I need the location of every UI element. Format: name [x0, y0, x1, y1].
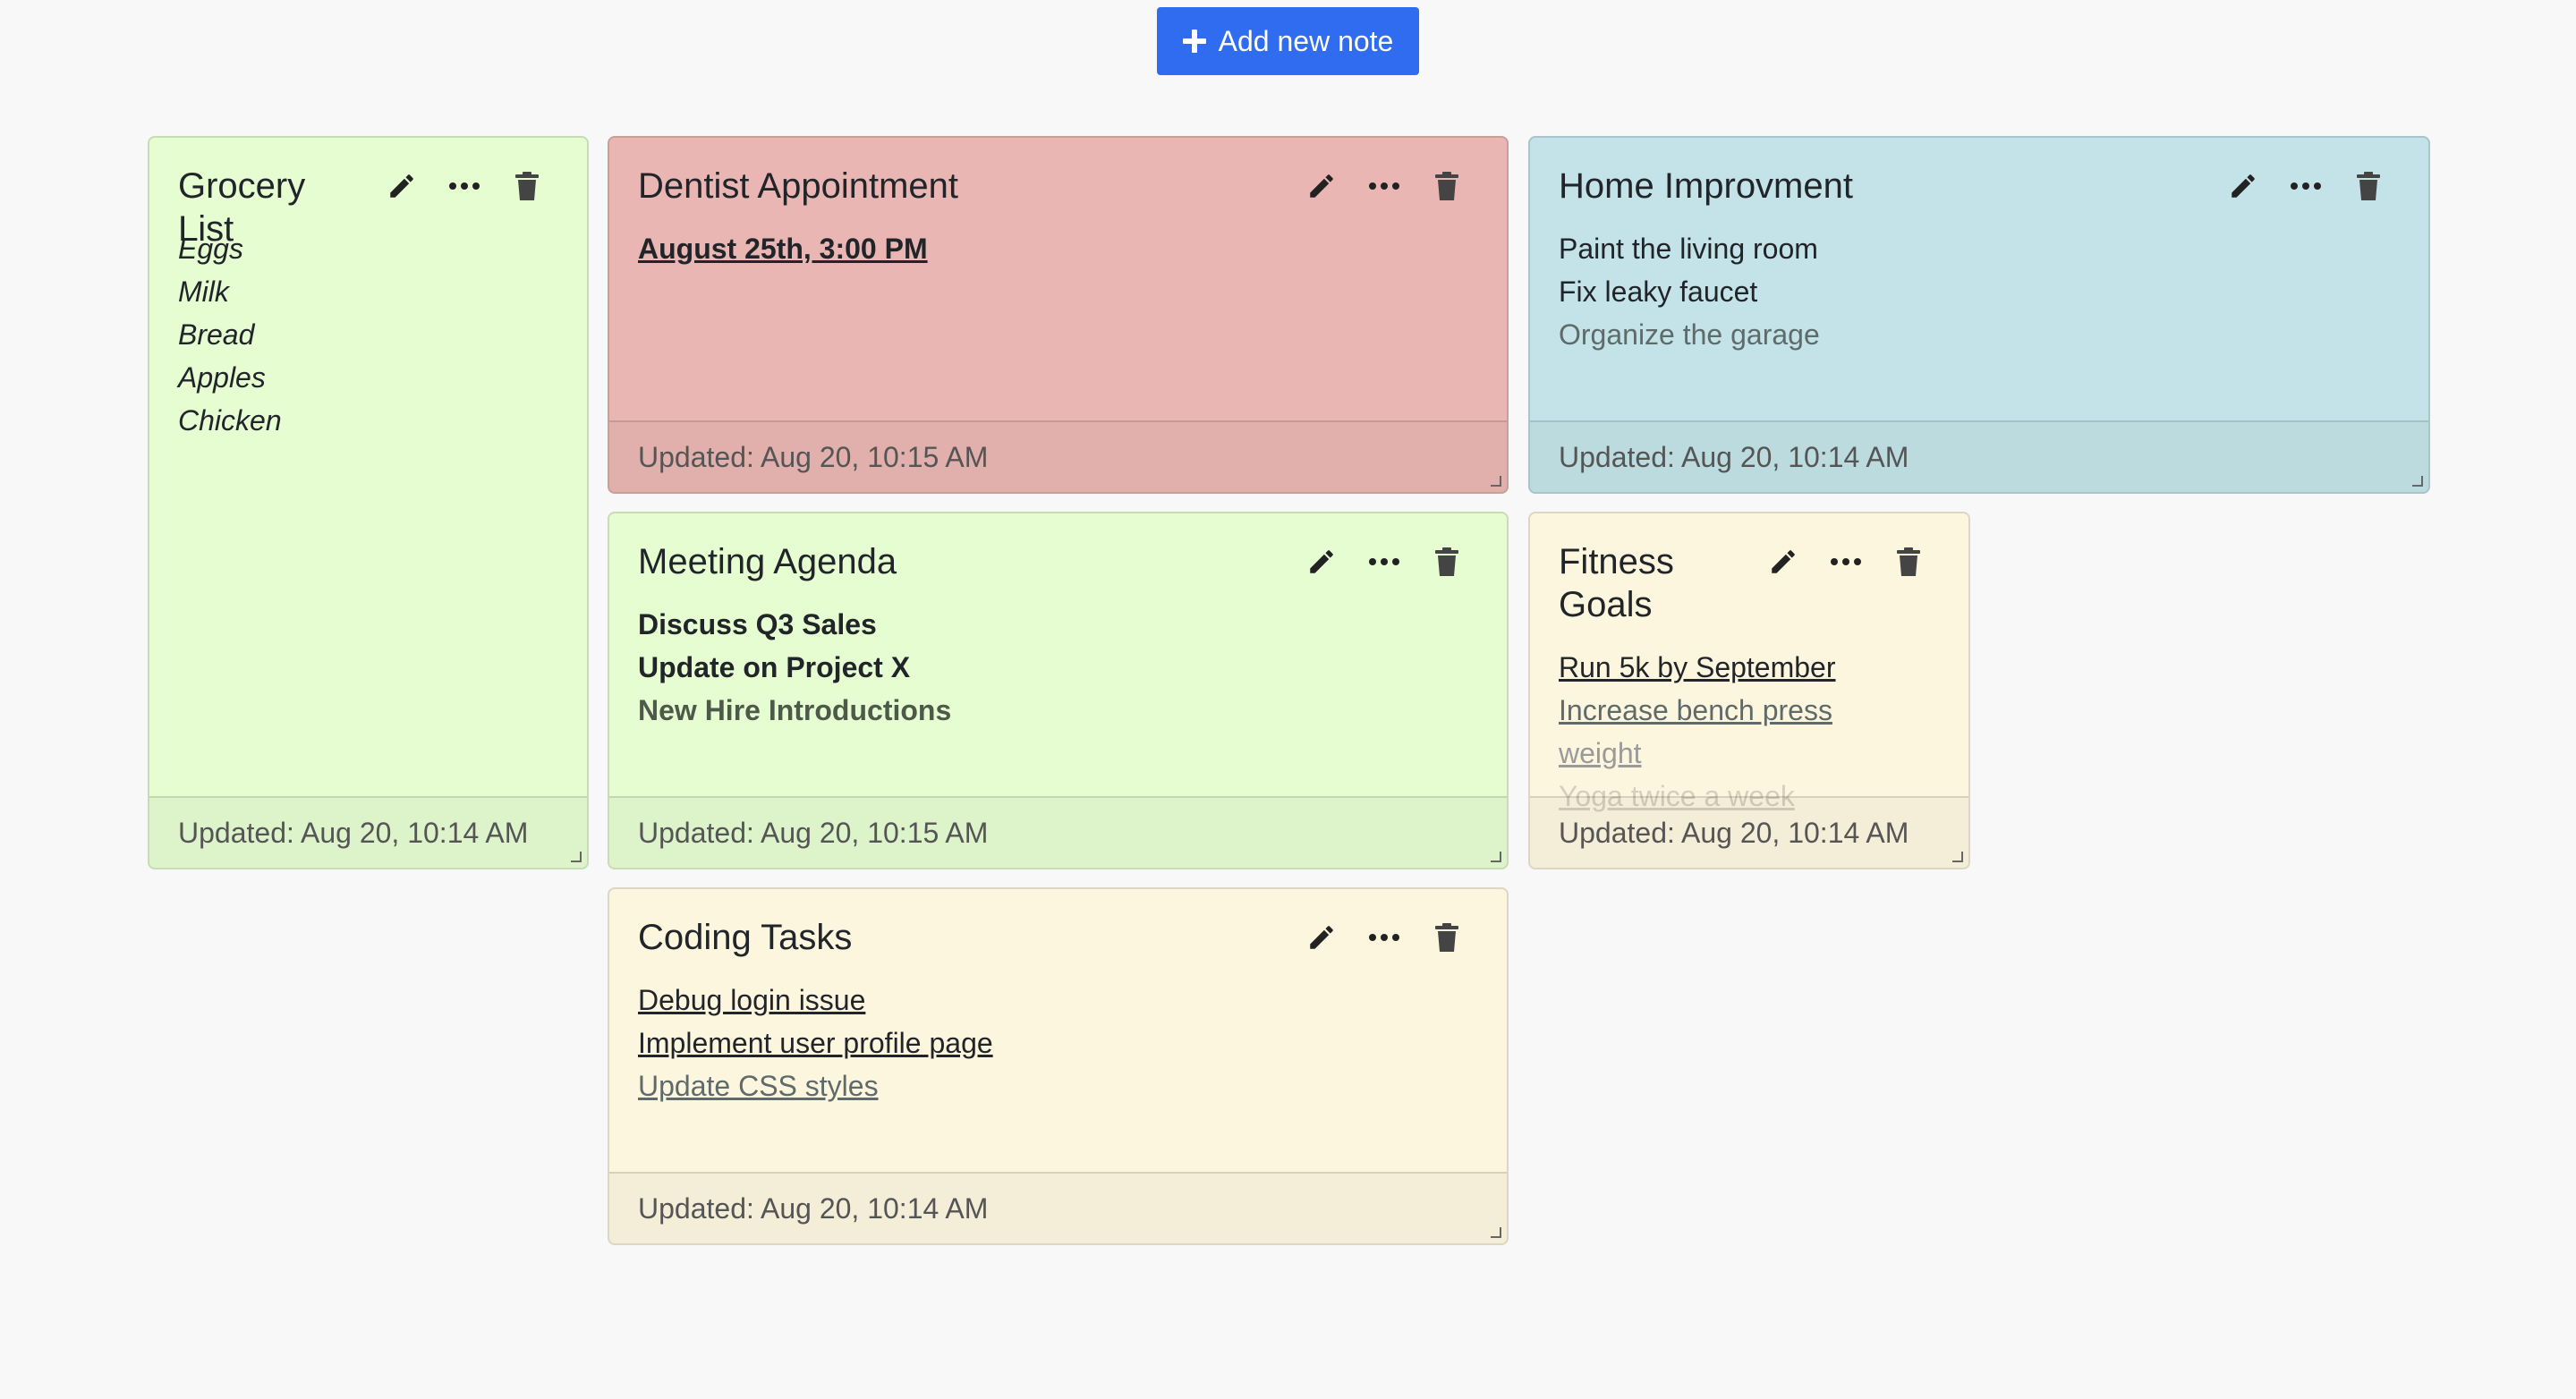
ellipsis-icon[interactable]: [1815, 542, 1877, 581]
list-item: Update on Project X: [638, 651, 911, 683]
resize-handle[interactable]: [1491, 476, 1501, 487]
list-item: Chicken: [178, 404, 282, 437]
ellipsis-icon[interactable]: [1353, 542, 1416, 581]
list-item: Run 5k by September: [1559, 651, 1836, 683]
trash-icon[interactable]: [2337, 166, 2400, 206]
note-card-grocery-list[interactable]: Grocery List Eggs Milk Bread Apples Chic…: [148, 136, 589, 869]
list-item: Paint the living room: [1559, 233, 1818, 265]
note-updated-timestamp: Updated: Aug 20, 10:14 AM: [1530, 796, 1968, 868]
resize-handle[interactable]: [571, 852, 582, 862]
list-item: Eggs: [178, 233, 243, 265]
note-updated-timestamp: Updated: Aug 20, 10:15 AM: [609, 796, 1507, 868]
note-title: Meeting Agenda: [638, 542, 897, 581]
list-item: Discuss Q3 Sales: [638, 608, 877, 640]
note-updated-timestamp: Updated: Aug 20, 10:15 AM: [609, 420, 1507, 492]
ellipsis-icon[interactable]: [1353, 918, 1416, 957]
ellipsis-icon[interactable]: [433, 166, 496, 206]
resize-handle[interactable]: [1952, 852, 1963, 862]
trash-icon[interactable]: [1877, 542, 1940, 581]
list-item: Debug login issue: [638, 984, 866, 1016]
list-item: Update CSS styles: [638, 1070, 879, 1102]
pencil-icon[interactable]: [1290, 918, 1353, 957]
list-item: Organize the garage: [1559, 318, 1820, 351]
list-item: August 25th, 3:00 PM: [638, 233, 928, 265]
trash-icon[interactable]: [1416, 918, 1478, 957]
resize-handle[interactable]: [2412, 476, 2423, 487]
note-card-fitness-goals[interactable]: Fitness Goals Run 5k by September Increa…: [1528, 512, 1970, 869]
trash-icon[interactable]: [1416, 542, 1478, 581]
note-title-line: Goals: [1559, 585, 1653, 624]
add-note-button[interactable]: Add new note: [1157, 7, 1419, 75]
note-title: Home Improvment: [1559, 166, 1853, 206]
note-updated-timestamp: Updated: Aug 20, 10:14 AM: [149, 796, 587, 868]
list-item: Increase bench press: [1559, 694, 1832, 726]
list-item: Milk: [178, 276, 229, 308]
note-updated-timestamp: Updated: Aug 20, 10:14 AM: [609, 1172, 1507, 1243]
note-card-home-improvement[interactable]: Home Improvment Paint the living room Fi…: [1528, 136, 2430, 494]
pencil-icon[interactable]: [1752, 542, 1815, 581]
resize-handle[interactable]: [1491, 852, 1501, 862]
note-card-meeting-agenda[interactable]: Meeting Agenda Discuss Q3 Sales Update o…: [608, 512, 1509, 869]
ellipsis-icon[interactable]: [1353, 166, 1416, 206]
list-item: Fix leaky faucet: [1559, 276, 1758, 308]
pencil-icon[interactable]: [2212, 166, 2274, 206]
list-item: weight: [1559, 737, 1642, 769]
pencil-icon[interactable]: [1290, 166, 1353, 206]
plus-icon: [1182, 30, 1206, 53]
note-title: Dentist Appointment: [638, 166, 958, 206]
pencil-icon[interactable]: [1290, 542, 1353, 581]
resize-handle[interactable]: [1491, 1227, 1501, 1238]
list-item: New Hire Introductions: [638, 694, 952, 726]
note-title: Coding Tasks: [638, 918, 853, 957]
trash-icon[interactable]: [496, 166, 558, 206]
note-updated-timestamp: Updated: Aug 20, 10:14 AM: [1530, 420, 2428, 492]
note-card-dentist-appointment[interactable]: Dentist Appointment August 25th, 3:00 PM…: [608, 136, 1509, 494]
note-title-line: Fitness: [1559, 542, 1674, 581]
list-item: Bread: [178, 318, 255, 351]
add-note-label: Add new note: [1218, 24, 1394, 57]
trash-icon[interactable]: [1416, 166, 1478, 206]
list-item: Implement user profile page: [638, 1027, 993, 1059]
list-item: Apples: [178, 361, 266, 394]
ellipsis-icon[interactable]: [2274, 166, 2337, 206]
note-card-coding-tasks[interactable]: Coding Tasks Debug login issue Implement…: [608, 887, 1509, 1245]
pencil-icon[interactable]: [370, 166, 433, 206]
note-title: Fitness Goals: [1559, 540, 1752, 626]
